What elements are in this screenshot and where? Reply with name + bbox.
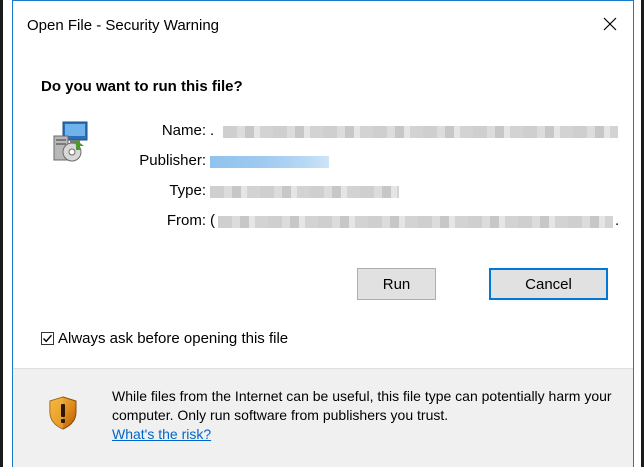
cancel-button[interactable]: Cancel — [489, 268, 608, 300]
name-value-start: . — [210, 122, 215, 139]
always-ask-checkbox[interactable] — [41, 332, 54, 345]
close-icon — [603, 17, 617, 31]
window-title: Open File - Security Warning — [27, 17, 220, 34]
from-label: From: — [166, 212, 206, 229]
publisher-label: Publisher: — [139, 152, 206, 169]
title-bar[interactable]: Open File - Security Warning — [13, 1, 633, 47]
type-value-redacted — [210, 186, 399, 198]
prompt-question: Do you want to run this file? — [41, 78, 243, 95]
shield-warning-icon — [49, 396, 77, 430]
type-label: Type: — [169, 182, 206, 199]
whats-the-risk-link[interactable]: What's the risk? — [112, 425, 211, 444]
always-ask-label: Always ask before opening this file — [58, 330, 289, 347]
always-ask-checkbox-row[interactable]: Always ask before opening this file — [41, 330, 288, 347]
run-button[interactable]: Run — [357, 268, 436, 300]
warning-footer: While files from the Internet can be use… — [13, 368, 633, 467]
security-warning-dialog: Open File - Security Warning Do you want… — [12, 0, 634, 467]
from-value-end: . — [615, 212, 620, 229]
installer-icon — [50, 120, 90, 164]
warning-text: While files from the Internet can be use… — [112, 388, 612, 423]
from-value-start: ( — [210, 212, 215, 229]
checkmark-icon — [42, 334, 53, 343]
close-button[interactable] — [587, 1, 633, 47]
name-label: Name: — [161, 122, 206, 139]
publisher-value-redacted — [210, 156, 329, 168]
background-edge-left — [0, 0, 3, 467]
name-value-redacted — [223, 126, 618, 138]
from-value-redacted — [218, 216, 613, 228]
